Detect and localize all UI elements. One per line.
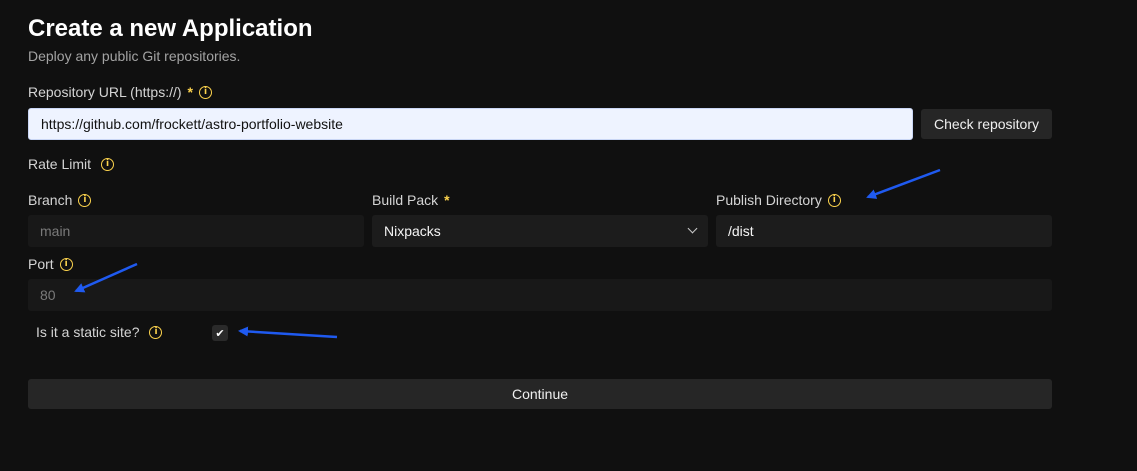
info-icon[interactable]: i: [78, 193, 92, 207]
static-site-checkbox[interactable]: ✔: [212, 325, 228, 341]
port-label-text: Port: [28, 256, 54, 272]
static-site-label: Is it a static site? i: [36, 324, 163, 340]
check-repository-button[interactable]: Check repository: [921, 109, 1052, 139]
info-icon[interactable]: i: [827, 193, 841, 207]
publish-directory-label: Publish Directory i: [716, 192, 841, 208]
publish-directory-label-text: Publish Directory: [716, 192, 822, 208]
publish-directory-input[interactable]: /dist: [716, 215, 1052, 247]
page-subtitle: Deploy any public Git repositories.: [28, 48, 241, 64]
branch-label-text: Branch: [28, 192, 73, 208]
rate-limit-label-text: Rate Limit: [28, 156, 92, 172]
create-application-page: Create a new Application Deploy any publ…: [0, 0, 1137, 471]
required-mark: *: [187, 84, 193, 100]
branch-input[interactable]: main: [28, 215, 364, 247]
repository-url-label: Repository URL (https://) * i: [28, 84, 212, 100]
repository-url-input[interactable]: https://github.com/frockett/astro-portfo…: [28, 108, 913, 140]
build-pack-label-text: Build Pack: [372, 192, 439, 208]
annotation-arrow-publish-directory: [866, 168, 941, 199]
info-icon[interactable]: i: [149, 325, 163, 339]
build-pack-select[interactable]: Nixpacks: [372, 215, 708, 247]
required-mark: *: [444, 192, 450, 208]
branch-label: Branch i: [28, 192, 92, 208]
continue-button[interactable]: Continue: [28, 379, 1052, 409]
port-label: Port i: [28, 256, 73, 272]
page-title: Create a new Application: [28, 15, 313, 42]
build-pack-label: Build Pack *: [372, 192, 450, 208]
info-icon[interactable]: i: [101, 157, 115, 171]
repository-url-label-text: Repository URL (https://): [28, 84, 182, 100]
annotation-arrow-static-site: [238, 326, 338, 339]
rate-limit-label: Rate Limit i: [28, 156, 115, 172]
info-icon[interactable]: i: [59, 257, 73, 271]
info-icon[interactable]: i: [198, 85, 212, 99]
build-pack-selected-value: Nixpacks: [384, 223, 441, 239]
static-site-label-text: Is it a static site?: [36, 324, 140, 340]
chevron-down-icon: [687, 223, 698, 234]
port-input[interactable]: 80: [28, 279, 1052, 311]
check-icon: ✔: [215, 326, 225, 340]
